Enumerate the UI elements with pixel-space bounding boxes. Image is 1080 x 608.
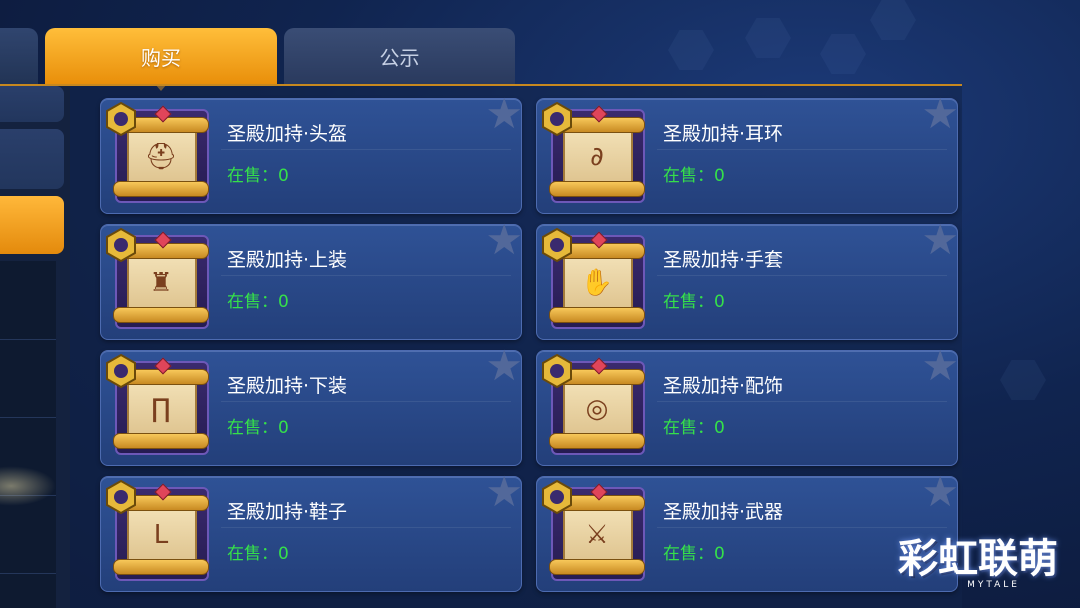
game-logo-subtitle: MYTALE <box>967 580 1020 590</box>
background-hexagon <box>870 0 916 40</box>
background-hexagon <box>820 34 866 74</box>
favorite-star-icon[interactable]: ★ <box>485 93 523 135</box>
favorite-star-icon[interactable]: ★ <box>485 219 523 261</box>
background-hexagon <box>1000 360 1046 400</box>
tab-notice-label: 公示 <box>379 45 420 70</box>
item-name: 圣殿加持·配饰 <box>663 375 784 397</box>
item-name: 圣殿加持·手套 <box>663 249 784 271</box>
on-sale-count: 在售：0 <box>663 166 725 186</box>
listing-card-helmet[interactable]: ★ ⛑ 圣殿加持·头盔 在售：0 <box>100 93 523 214</box>
quality-badge-icon <box>542 101 572 137</box>
divider <box>0 573 56 574</box>
item-name: 圣殿加持·武器 <box>663 501 784 523</box>
listing-card-earring[interactable]: ★ ∂ 圣殿加持·耳环 在售：0 <box>536 93 959 214</box>
on-sale-count: 在售：0 <box>227 544 289 564</box>
on-sale-count: 在售：0 <box>663 418 725 438</box>
divider <box>221 149 511 150</box>
scroll-roll <box>549 307 645 323</box>
scroll-roll <box>549 181 645 197</box>
item-name: 圣殿加持·耳环 <box>663 123 784 145</box>
background-hexagon <box>745 18 791 58</box>
listing-card-weapon[interactable]: ★ ⚔ 圣殿加持·武器 在售：0 <box>536 471 959 592</box>
favorite-star-icon[interactable]: ★ <box>921 345 959 387</box>
divider <box>221 401 511 402</box>
item-name: 圣殿加持·鞋子 <box>227 501 348 523</box>
divider <box>0 339 56 340</box>
sidebar-item-active[interactable] <box>0 196 64 254</box>
on-sale-count: 在售：0 <box>663 544 725 564</box>
tab-buy[interactable]: 购买 <box>45 28 277 91</box>
listing-card-boots[interactable]: ★ L 圣殿加持·鞋子 在售：0 <box>100 471 523 592</box>
divider <box>657 401 947 402</box>
sidebar-item[interactable] <box>0 86 64 122</box>
quality-badge-icon <box>106 353 136 389</box>
accessory-icon: ◎ <box>585 394 609 424</box>
helmet-icon: ⛑ <box>144 142 178 172</box>
earring-icon: ∂ <box>590 142 604 172</box>
listing-card-top[interactable]: ★ ♜ 圣殿加持·上装 在售：0 <box>100 219 523 340</box>
on-sale-count: 在售：0 <box>227 166 289 186</box>
item-name: 圣殿加持·头盔 <box>227 123 348 145</box>
scroll-roll <box>113 307 209 323</box>
listing-card-accessory[interactable]: ★ ◎ 圣殿加持·配饰 在售：0 <box>536 345 959 466</box>
favorite-star-icon[interactable]: ★ <box>485 345 523 387</box>
tab-notice[interactable]: 公示 <box>284 28 515 84</box>
on-sale-count: 在售：0 <box>663 292 725 312</box>
divider <box>221 527 511 528</box>
scroll-roll <box>113 181 209 197</box>
top-armor-icon: ♜ <box>149 268 173 298</box>
scroll-roll <box>113 433 209 449</box>
glove-icon: ✋ <box>580 268 614 298</box>
favorite-star-icon[interactable]: ★ <box>921 93 959 135</box>
scroll-roll <box>113 559 209 575</box>
sidebar-sublist <box>0 261 56 608</box>
game-logo: 彩虹联萌 <box>898 535 1058 582</box>
divider <box>0 417 56 418</box>
on-sale-count: 在售：0 <box>227 418 289 438</box>
quality-badge-icon <box>106 101 136 137</box>
background-hexagon <box>668 30 714 70</box>
tab-previous[interactable] <box>0 28 38 84</box>
favorite-star-icon[interactable]: ★ <box>485 471 523 513</box>
quality-badge-icon <box>542 353 572 389</box>
item-name: 圣殿加持·下装 <box>227 375 348 397</box>
item-name: 圣殿加持·上装 <box>227 249 348 271</box>
divider <box>657 275 947 276</box>
boots-icon: L <box>153 520 169 550</box>
quality-badge-icon <box>106 227 136 263</box>
category-sidebar <box>0 86 70 608</box>
favorite-star-icon[interactable]: ★ <box>921 471 959 513</box>
listing-card-glove[interactable]: ★ ✋ 圣殿加持·手套 在售：0 <box>536 219 959 340</box>
quality-badge-icon <box>542 227 572 263</box>
divider <box>221 275 511 276</box>
scroll-roll <box>549 559 645 575</box>
favorite-star-icon[interactable]: ★ <box>921 219 959 261</box>
quality-badge-icon <box>106 479 136 515</box>
quality-badge-icon <box>542 479 572 515</box>
scroll-roll <box>549 433 645 449</box>
pants-icon: ∏ <box>151 394 171 424</box>
on-sale-count: 在售：0 <box>227 292 289 312</box>
listing-card-pants[interactable]: ★ ∏ 圣殿加持·下装 在售：0 <box>100 345 523 466</box>
sidebar-item[interactable] <box>0 129 64 189</box>
tab-buy-label: 购买 <box>141 45 181 70</box>
divider <box>657 149 947 150</box>
sidebar-glow <box>0 466 56 506</box>
weapon-icon: ⚔ <box>585 520 609 550</box>
